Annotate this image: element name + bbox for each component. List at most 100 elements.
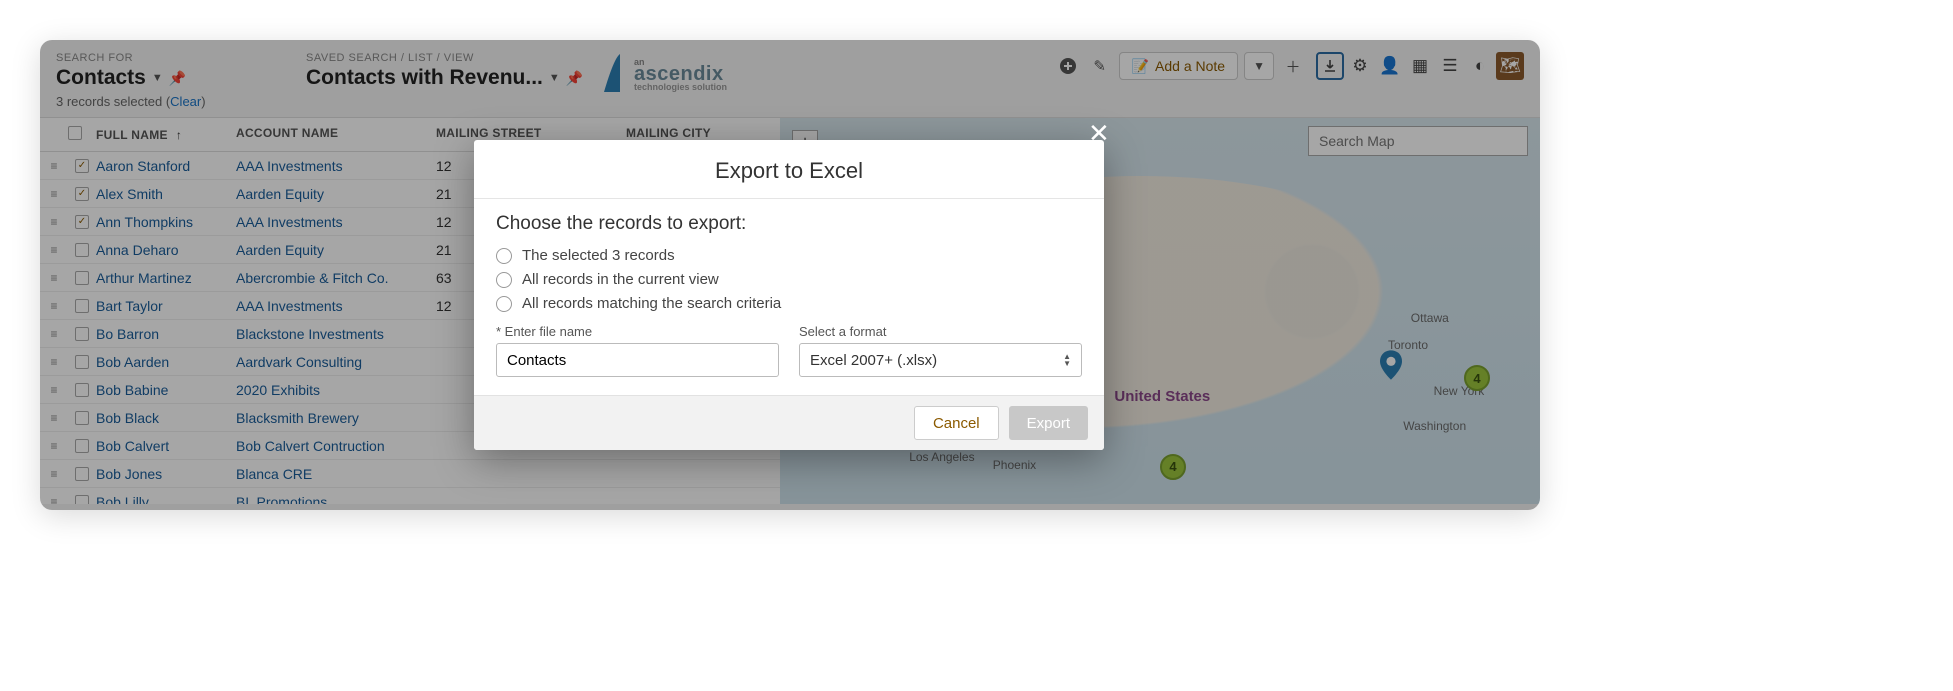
row-checkbox[interactable] bbox=[75, 271, 89, 285]
list-lines-icon[interactable]: ☰ bbox=[1436, 52, 1464, 80]
row-checkbox[interactable] bbox=[75, 467, 89, 481]
select-all-checkbox[interactable] bbox=[68, 126, 82, 140]
pie-chart-icon[interactable]: ◐ bbox=[1466, 52, 1494, 80]
contact-name-link[interactable]: Bob Lilly bbox=[96, 494, 149, 505]
add-note-button[interactable]: 📝 Add a Note bbox=[1119, 52, 1239, 80]
row-checkbox[interactable]: ✓ bbox=[75, 187, 89, 201]
map-cluster-badge[interactable]: 4 bbox=[1464, 365, 1490, 391]
contact-name-link[interactable]: Bob Calvert bbox=[96, 438, 169, 454]
layout-icon[interactable]: ▦ bbox=[1406, 52, 1434, 80]
contact-name-link[interactable]: Bart Taylor bbox=[96, 298, 163, 314]
account-name-link[interactable]: Aarden Equity bbox=[236, 242, 324, 258]
contact-name-link[interactable]: Bob Black bbox=[96, 410, 159, 426]
account-name-link[interactable]: 2020 Exhibits bbox=[236, 382, 320, 398]
filename-input[interactable] bbox=[496, 343, 779, 377]
drag-handle-icon[interactable]: ≡ bbox=[40, 495, 68, 505]
map-pin-icon[interactable] bbox=[1380, 350, 1402, 380]
row-checkbox[interactable] bbox=[75, 383, 89, 397]
add-circle-icon[interactable] bbox=[1055, 53, 1081, 79]
table-row[interactable]: ≡ Bob Jones Blanca CRE bbox=[40, 460, 780, 488]
clear-selection-link[interactable]: Clear bbox=[170, 94, 201, 109]
drag-handle-icon[interactable]: ≡ bbox=[40, 467, 68, 481]
modal-close-icon[interactable]: ✕ bbox=[1088, 118, 1110, 149]
cancel-button[interactable]: Cancel bbox=[914, 406, 999, 440]
contact-name-link[interactable]: Bob Babine bbox=[96, 382, 168, 398]
gear-icon[interactable]: ⚙ bbox=[1346, 52, 1374, 80]
plus-icon[interactable]: ＋ bbox=[1280, 53, 1306, 79]
row-checkbox[interactable] bbox=[75, 299, 89, 313]
saved-search-caret-icon[interactable]: ▼ bbox=[549, 72, 560, 84]
radio-icon[interactable] bbox=[496, 272, 512, 288]
modal-subtitle: Choose the records to export: bbox=[496, 213, 1082, 235]
radio-option-selected[interactable]: The selected 3 records bbox=[496, 247, 1082, 264]
account-name-link[interactable]: BL Promotions bbox=[236, 494, 327, 505]
saved-search-breadcrumb: SAVED SEARCH / LIST / VIEW bbox=[306, 52, 606, 64]
row-checkbox[interactable] bbox=[75, 327, 89, 341]
drag-handle-icon[interactable]: ≡ bbox=[40, 215, 68, 229]
search-map-input[interactable] bbox=[1308, 126, 1528, 156]
add-note-dropdown-button[interactable]: ▼ bbox=[1244, 52, 1274, 80]
contact-name-link[interactable]: Arthur Martinez bbox=[96, 270, 192, 286]
account-name-link[interactable]: Blanca CRE bbox=[236, 466, 312, 482]
table-row[interactable]: ≡ Bob Lilly BL Promotions bbox=[40, 488, 780, 504]
account-name-link[interactable]: AAA Investments bbox=[236, 298, 343, 314]
contact-name-link[interactable]: Ann Thompkins bbox=[96, 214, 193, 230]
contact-name-link[interactable]: Alex Smith bbox=[96, 186, 163, 202]
map-label-phoenix: Phoenix bbox=[993, 458, 1036, 472]
account-name-link[interactable]: Aardvark Consulting bbox=[236, 354, 362, 370]
export-button[interactable]: Export bbox=[1009, 406, 1088, 440]
drag-handle-icon[interactable]: ≡ bbox=[40, 187, 68, 201]
format-select[interactable]: Excel 2007+ (.xlsx) ▲▼ bbox=[799, 343, 1082, 377]
col-account-name[interactable]: ACCOUNT NAME bbox=[236, 126, 436, 143]
contact-name-link[interactable]: Anna Deharo bbox=[96, 242, 179, 258]
records-selected-info: 3 records selected (Clear) bbox=[56, 94, 306, 109]
map-label-country: United States bbox=[1114, 388, 1210, 405]
contact-name-link[interactable]: Bo Barron bbox=[96, 326, 159, 342]
drag-handle-icon[interactable]: ≡ bbox=[40, 243, 68, 257]
drag-handle-icon[interactable]: ≡ bbox=[40, 411, 68, 425]
contact-name-link[interactable]: Bob Aarden bbox=[96, 354, 169, 370]
drag-handle-icon[interactable]: ≡ bbox=[40, 271, 68, 285]
map-toggle-icon[interactable]: 🗺 bbox=[1496, 52, 1524, 80]
drag-handle-icon[interactable]: ≡ bbox=[40, 355, 68, 369]
search-title[interactable]: Contacts bbox=[56, 66, 146, 90]
account-name-link[interactable]: Aarden Equity bbox=[236, 186, 324, 202]
map-cluster-badge[interactable]: 4 bbox=[1160, 454, 1186, 480]
search-pin-icon[interactable]: 📌 bbox=[169, 70, 186, 87]
search-for-label: SEARCH FOR bbox=[56, 52, 306, 64]
account-name-link[interactable]: Abercrombie & Fitch Co. bbox=[236, 270, 389, 286]
radio-icon[interactable] bbox=[496, 296, 512, 312]
account-name-link[interactable]: Blacksmith Brewery bbox=[236, 410, 359, 426]
download-icon[interactable] bbox=[1316, 52, 1344, 80]
saved-search-pin-icon[interactable]: 📌 bbox=[566, 70, 583, 87]
sort-asc-icon[interactable]: ↑ bbox=[176, 128, 182, 142]
radio-icon[interactable] bbox=[496, 248, 512, 264]
row-checkbox[interactable] bbox=[75, 439, 89, 453]
drag-handle-icon[interactable]: ≡ bbox=[40, 327, 68, 341]
row-checkbox[interactable] bbox=[75, 243, 89, 257]
col-full-name[interactable]: FULL NAME bbox=[96, 128, 168, 142]
select-spinner-icon[interactable]: ▲▼ bbox=[1063, 353, 1071, 367]
edit-pencil-icon[interactable]: ✎ bbox=[1087, 53, 1113, 79]
drag-handle-icon[interactable]: ≡ bbox=[40, 159, 68, 173]
contact-name-link[interactable]: Aaron Stanford bbox=[96, 158, 190, 174]
search-title-caret-icon[interactable]: ▼ bbox=[152, 72, 163, 84]
contact-name-link[interactable]: Bob Jones bbox=[96, 466, 162, 482]
account-name-link[interactable]: Bob Calvert Contruction bbox=[236, 438, 385, 454]
row-checkbox[interactable] bbox=[75, 355, 89, 369]
row-checkbox[interactable]: ✓ bbox=[75, 215, 89, 229]
row-checkbox[interactable] bbox=[75, 411, 89, 425]
radio-option-current-view[interactable]: All records in the current view bbox=[496, 271, 1082, 288]
account-name-link[interactable]: AAA Investments bbox=[236, 214, 343, 230]
user-icon[interactable]: 👤 bbox=[1376, 52, 1404, 80]
row-checkbox[interactable]: ✓ bbox=[75, 159, 89, 173]
search-for-block: SEARCH FOR Contacts ▼ 📌 3 records select… bbox=[56, 52, 306, 109]
drag-handle-icon[interactable]: ≡ bbox=[40, 383, 68, 397]
account-name-link[interactable]: AAA Investments bbox=[236, 158, 343, 174]
saved-search-title[interactable]: Contacts with Revenu... bbox=[306, 66, 543, 90]
drag-handle-icon[interactable]: ≡ bbox=[40, 439, 68, 453]
account-name-link[interactable]: Blackstone Investments bbox=[236, 326, 384, 342]
radio-option-search-criteria[interactable]: All records matching the search criteria bbox=[496, 295, 1082, 312]
drag-handle-icon[interactable]: ≡ bbox=[40, 299, 68, 313]
row-checkbox[interactable] bbox=[75, 495, 89, 505]
